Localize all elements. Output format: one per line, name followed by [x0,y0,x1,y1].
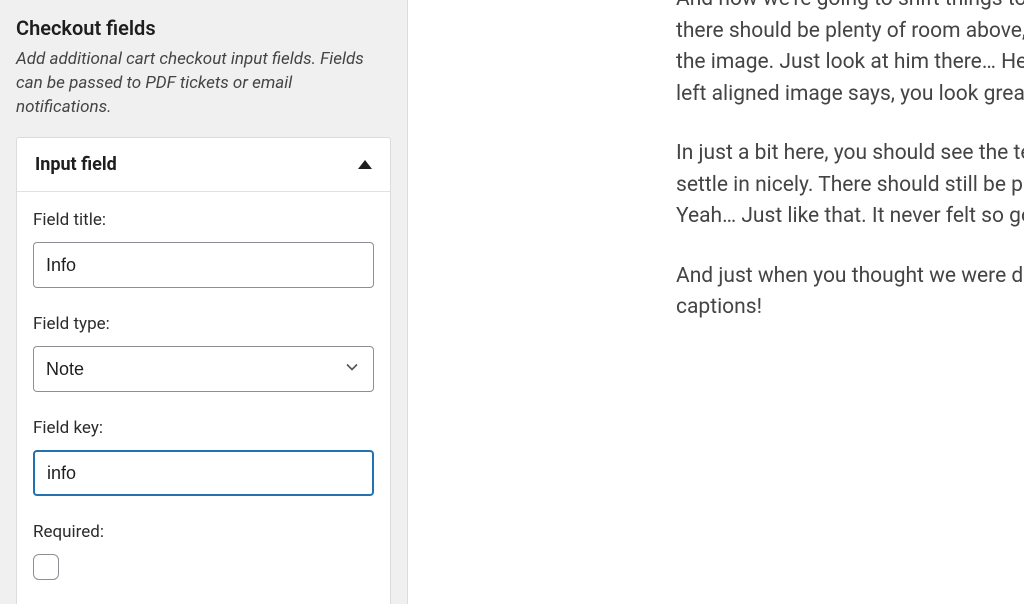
field-key-group: Field key: [33,418,374,496]
panel-body: Field title: Field type: Note [17,192,390,604]
field-type-select[interactable]: Note [33,346,374,392]
required-label: Required: [33,522,374,542]
field-key-input[interactable] [33,450,374,496]
sidebar-title: Checkout fields [16,16,391,40]
sidebar-description: Add additional cart checkout input field… [16,48,391,119]
field-title-group: Field title: [33,210,374,288]
settings-sidebar: Checkout fields Add additional cart chec… [0,0,408,604]
field-title-input[interactable] [33,242,374,288]
field-title-label: Field title: [33,210,374,230]
field-type-group: Field type: Note [33,314,374,392]
editor-content: And now we're going to shift things to t… [408,0,1024,604]
field-type-label: Field type: [33,314,374,334]
content-paragraph: In just a bit here, you should see the t… [676,138,1024,233]
input-field-panel: Input field Field title: Field type: Not… [16,137,391,604]
required-checkbox[interactable] [33,554,59,580]
panel-title: Input field [35,154,117,175]
panel-header[interactable]: Input field [17,138,390,192]
field-type-select-wrapper: Note [33,346,374,392]
content-paragraph: And just when you thought we were done, … [676,261,1024,324]
field-key-label: Field key: [33,418,374,438]
caret-up-icon [358,160,372,169]
required-group: Required: [33,522,374,584]
content-paragraph: And now we're going to shift things to t… [676,0,1024,110]
